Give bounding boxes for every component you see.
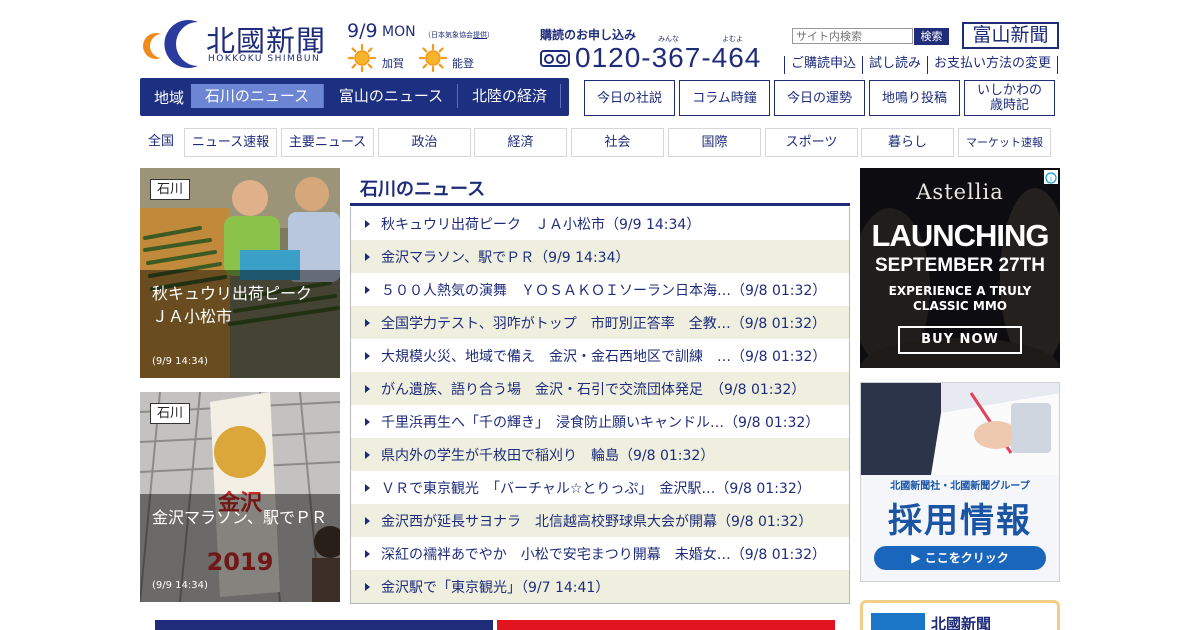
list-item[interactable]: 金沢西が延長サヨナラ 北信越高校野球県大会が開幕（9/8 01:32） bbox=[351, 504, 849, 537]
bullet-triangle-icon bbox=[365, 450, 370, 459]
category-life[interactable]: 暮らし bbox=[861, 128, 954, 157]
ad-brand: Astellia bbox=[916, 180, 1004, 204]
paper-ad-label: 北國新聞 bbox=[931, 615, 992, 630]
recruit-ad-banner[interactable]: 北國新聞社・北國新聞グループ 採用情報 ▶ ここをクリック bbox=[860, 382, 1060, 582]
tab-ishikawa-news[interactable]: 石川のニュース bbox=[191, 84, 324, 108]
news-list: 秋キュウリ出荷ピーク ＪＡ小松市（9/9 14:34） 金沢マラソン、駅でＰＲ（… bbox=[350, 207, 850, 604]
link-trial[interactable]: 試し読み bbox=[862, 56, 927, 74]
category-breaking[interactable]: ニュース速報 bbox=[184, 128, 277, 157]
category-sports[interactable]: スポーツ bbox=[765, 128, 858, 157]
photo-card[interactable]: 石川 秋キュウリ出荷ピーク ＪＡ小松市 (9/9 14:34) bbox=[140, 168, 340, 378]
reader-post-button[interactable]: 地鳴り投稿 bbox=[869, 80, 960, 116]
link-subscribe[interactable]: ご購読申込 bbox=[784, 56, 862, 74]
logo-subtitle: HOKKOKU SHIMBUN bbox=[208, 54, 321, 64]
list-item[interactable]: ５００人熱気の演舞 ＹＯＳＡＫＯＩソーラン日本海…（9/8 01:32） bbox=[351, 273, 849, 306]
photo-timestamp: (9/9 14:34) bbox=[152, 356, 208, 367]
category-market[interactable]: マーケット速報 bbox=[958, 128, 1051, 157]
photo-title[interactable]: 秋キュウリ出荷ピーク ＪＡ小松市 bbox=[152, 282, 332, 328]
bullet-triangle-icon bbox=[365, 351, 370, 360]
subscribe-label: 購読のお申し込み bbox=[540, 28, 637, 42]
sunny-icon bbox=[347, 43, 377, 73]
column-jisho-button[interactable]: コラム時鐘 bbox=[679, 80, 770, 116]
list-item[interactable]: 秋キュウリ出荷ピーク ＪＡ小松市（9/9 14:34） bbox=[351, 207, 849, 240]
bullet-triangle-icon bbox=[365, 582, 370, 591]
weather-label-kaga: 加賀 bbox=[382, 57, 404, 70]
list-item[interactable]: 金沢駅で「東京観光」（9/7 14:41） bbox=[351, 570, 849, 603]
photo-card[interactable]: 金沢 2019 石川 金沢マラソン、駅でＰＲ (9/9 14:34) bbox=[140, 392, 340, 602]
weather-credit-link[interactable]: 提供 bbox=[473, 31, 487, 39]
ad-headline: LAUNCHING bbox=[871, 218, 1050, 253]
sunny-icon bbox=[418, 43, 448, 73]
bullet-triangle-icon bbox=[365, 384, 370, 393]
writing-hand-icon bbox=[861, 383, 1059, 475]
bullet-triangle-icon bbox=[365, 516, 370, 525]
photo-region-tag: 石川 bbox=[150, 179, 191, 200]
photo-timestamp: (9/9 14:34) bbox=[152, 580, 208, 591]
photo-title[interactable]: 金沢マラソン、駅でＰＲ bbox=[152, 506, 332, 529]
game-ad-banner[interactable]: i Astellia LAUNCHING SEPTEMBER 27TH EXPE… bbox=[860, 168, 1060, 368]
subscribe-phone[interactable]: 0120-367-464 bbox=[575, 42, 761, 74]
bullet-triangle-icon bbox=[365, 318, 370, 327]
category-society[interactable]: 社会 bbox=[571, 128, 664, 157]
newspaper-icon bbox=[871, 613, 925, 630]
tab-toyama-news[interactable]: 富山のニュース bbox=[325, 84, 458, 108]
list-item[interactable]: 深紅の襦袢あでやか 小松で安宅まつり開幕 未婚女…（9/8 01:32） bbox=[351, 537, 849, 570]
recruit-ad-button[interactable]: ▶ ここをクリック bbox=[874, 546, 1046, 570]
ad-buy-now-button[interactable]: BUY NOW bbox=[898, 326, 1022, 354]
region-label: 地域 bbox=[154, 89, 185, 107]
current-date: 9/9 bbox=[347, 20, 378, 42]
bottom-banner-left[interactable] bbox=[155, 620, 493, 630]
list-item[interactable]: 県内外の学生が千枚田で稲刈り 輪島（9/8 01:32） bbox=[351, 438, 849, 471]
bullet-triangle-icon bbox=[365, 252, 370, 261]
category-economy[interactable]: 経済 bbox=[474, 128, 567, 157]
paper-ad-banner[interactable]: 北國新聞 bbox=[860, 600, 1060, 630]
bullet-triangle-icon bbox=[365, 285, 370, 294]
seasonal-calendar-button[interactable]: いしかわの 歳時記 bbox=[964, 80, 1055, 116]
region-nav: 地域 石川のニュース 富山のニュース 北陸の経済 bbox=[140, 78, 569, 116]
site-logo[interactable]: 北國新聞 HOKKOKU SHIMBUN bbox=[140, 16, 340, 68]
photo-caption: 金沢マラソン、駅でＰＲ (9/9 14:34) bbox=[140, 494, 340, 602]
list-item[interactable]: 千里浜再生へ「千の輝き」 浸食防止願いキャンドル…（9/8 01:32） bbox=[351, 405, 849, 438]
ad-tagline: EXPERIENCE A TRULY CLASSIC MMO bbox=[888, 284, 1032, 313]
photo-region-tag: 石川 bbox=[150, 403, 191, 424]
category-international[interactable]: 国際 bbox=[668, 128, 761, 157]
weather-label-noto: 能登 bbox=[452, 57, 474, 70]
recruit-ad-subtitle: 北國新聞社・北國新聞グループ bbox=[890, 481, 1030, 492]
photo-caption: 秋キュウリ出荷ピーク ＪＡ小松市 (9/9 14:34) bbox=[140, 270, 340, 378]
ad-launch-date: SEPTEMBER 27TH bbox=[875, 255, 1045, 276]
bullet-triangle-icon bbox=[365, 549, 370, 558]
tab-hokuriku-economy[interactable]: 北陸の経済 bbox=[459, 84, 561, 108]
free-dial-icon bbox=[540, 50, 570, 67]
list-item[interactable]: 大規模火災、地域で備え 金沢・金石西地区で訓練 …（9/8 01:32） bbox=[351, 339, 849, 372]
service-links: ご購読申込 試し読み お支払い方法の変更 bbox=[784, 56, 1059, 74]
recruit-ad-title: 採用情報 bbox=[888, 501, 1032, 541]
toyama-shimbun-button[interactable]: 富山新聞 bbox=[962, 22, 1059, 49]
link-payment-change[interactable]: お支払い方法の変更 bbox=[927, 56, 1059, 74]
news-section-heading: 石川のニュース bbox=[350, 172, 850, 206]
weather-credit: （日本気象協会提供） bbox=[424, 31, 494, 39]
bullet-triangle-icon bbox=[365, 483, 370, 492]
category-top[interactable]: 主要ニュース bbox=[281, 128, 374, 157]
list-item[interactable]: がん遺族、語り合う場 金沢・石引で交流団体発足 （9/8 01:32） bbox=[351, 372, 849, 405]
logo-mark-icon bbox=[143, 20, 198, 68]
search-button[interactable]: 検索 bbox=[914, 28, 949, 45]
list-item[interactable]: 全国学力テスト、羽咋がトップ 市町別正答率 全教…（9/8 01:32） bbox=[351, 306, 849, 339]
bottom-banner-right[interactable] bbox=[497, 620, 835, 630]
list-item[interactable]: ＶＲで東京観光 「バーチャル☆とりっぷ」 金沢駅…（9/8 01:32） bbox=[351, 471, 849, 504]
editorial-button[interactable]: 今日の社説 bbox=[584, 80, 675, 116]
site-search-input[interactable] bbox=[792, 28, 913, 44]
category-all-japan[interactable]: 全国 bbox=[140, 128, 182, 156]
list-item[interactable]: 金沢マラソン、駅でＰＲ（9/9 14:34） bbox=[351, 240, 849, 273]
category-politics[interactable]: 政治 bbox=[378, 128, 471, 157]
current-weekday: MON bbox=[382, 24, 416, 40]
bullet-triangle-icon bbox=[365, 417, 370, 426]
bullet-triangle-icon bbox=[365, 219, 370, 228]
horoscope-button[interactable]: 今日の運勢 bbox=[774, 80, 865, 116]
